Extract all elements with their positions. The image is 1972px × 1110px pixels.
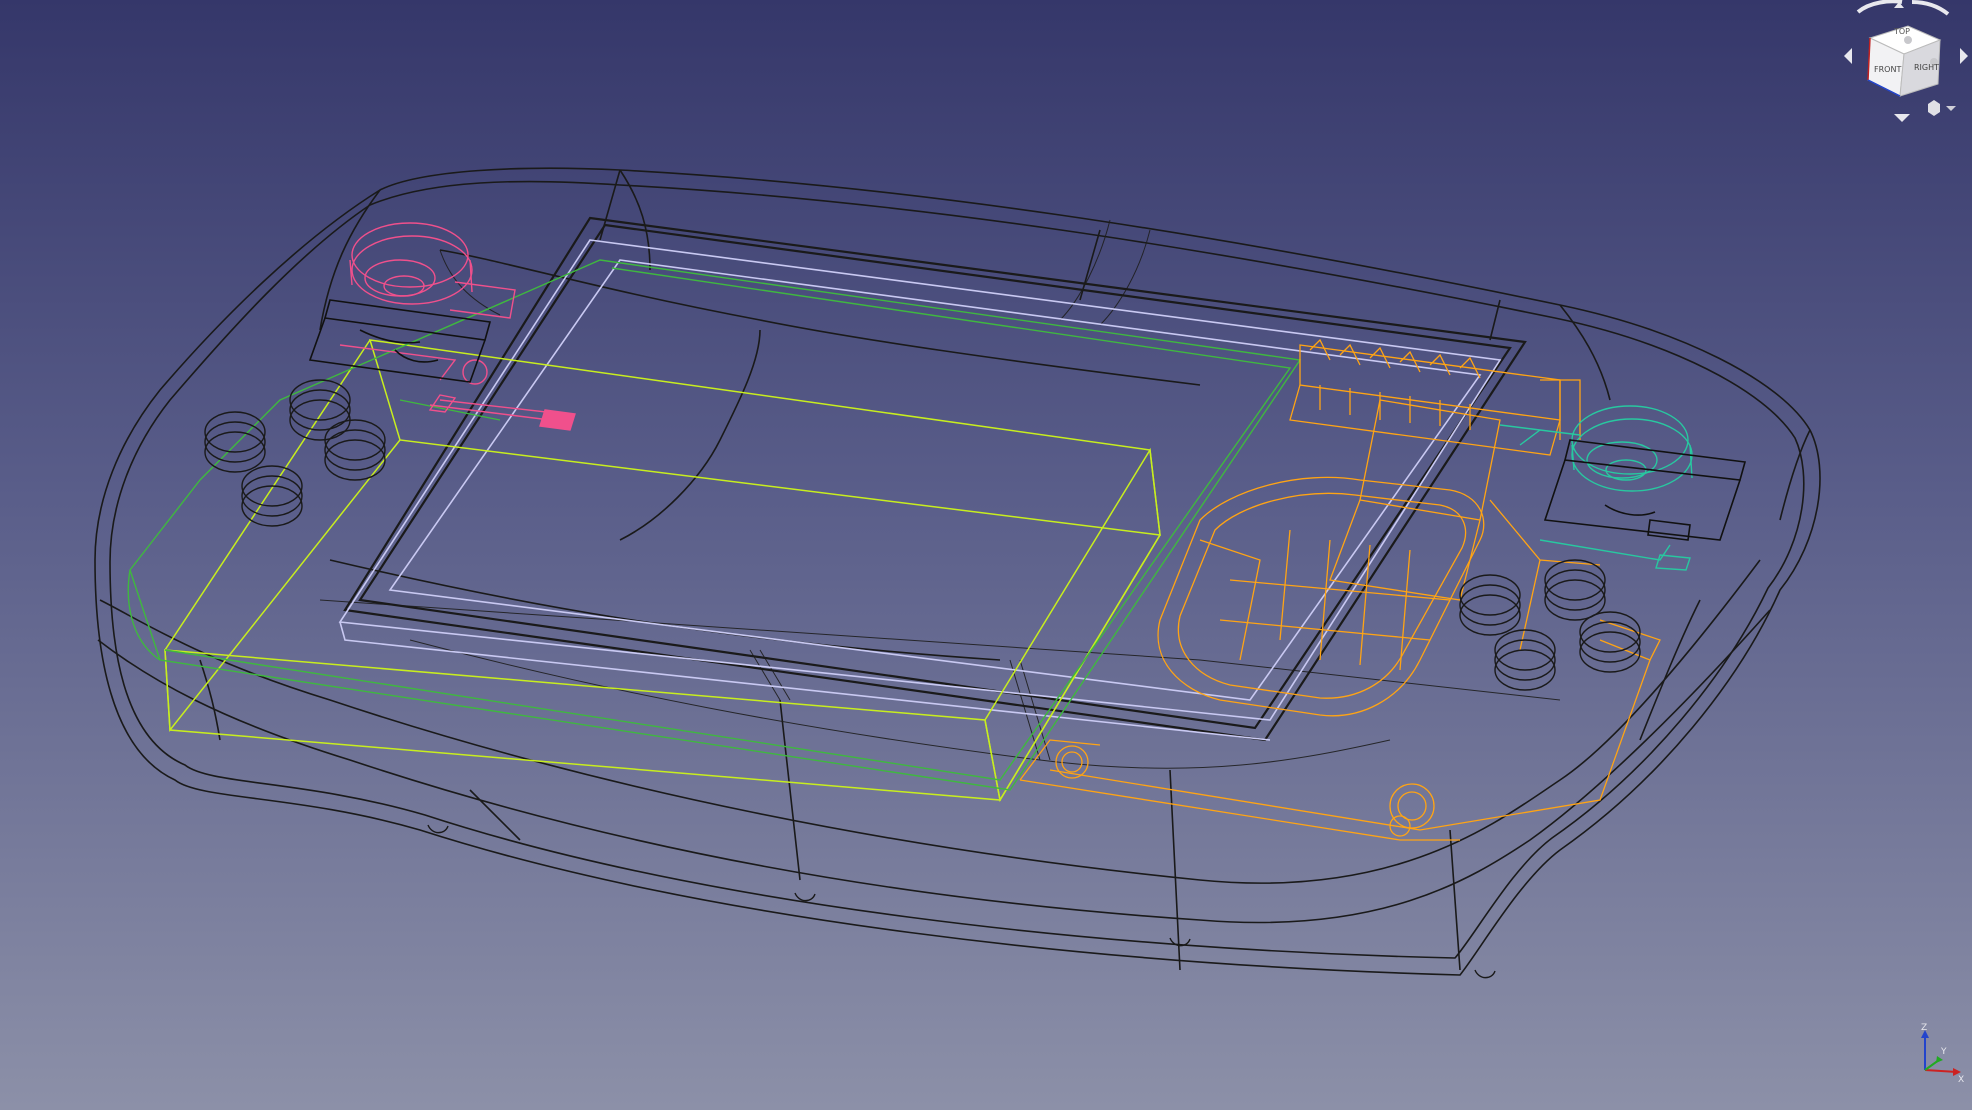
battery-outline <box>164 339 1161 803</box>
right-stick-outline <box>1499 405 1693 571</box>
arrow-right-icon[interactable] <box>1960 48 1968 64</box>
stick-brackets <box>308 299 1747 541</box>
arrow-left-icon[interactable] <box>1844 48 1852 64</box>
view-cube[interactable]: TOP FRONT RIGHT <box>1867 25 1942 97</box>
axis-indicator: Z X Y <box>1895 1020 1965 1090</box>
cube-menu-icon[interactable] <box>1928 100 1956 116</box>
3d-viewport[interactable]: TOP FRONT RIGHT Z X Y <box>0 0 1972 1110</box>
pcb-outline <box>127 259 1302 791</box>
cube-front-label: FRONT <box>1874 65 1901 74</box>
cube-top-label: TOP <box>1893 27 1910 36</box>
z-axis-label: Z <box>1921 1023 1927 1033</box>
rotate-right-icon[interactable] <box>1911 0 1950 16</box>
x-axis-line <box>1924 1069 1958 1073</box>
cube-right-label: RIGHT <box>1914 63 1939 72</box>
arrow-down-icon[interactable] <box>1894 114 1910 122</box>
wireframe-model[interactable] <box>0 0 1972 1110</box>
y-axis-label: Y <box>1940 1047 1947 1057</box>
x-axis-label: X <box>1958 1075 1964 1085</box>
navigation-cube[interactable]: TOP FRONT RIGHT <box>1830 0 1972 130</box>
electronics-outline <box>1019 338 1661 841</box>
